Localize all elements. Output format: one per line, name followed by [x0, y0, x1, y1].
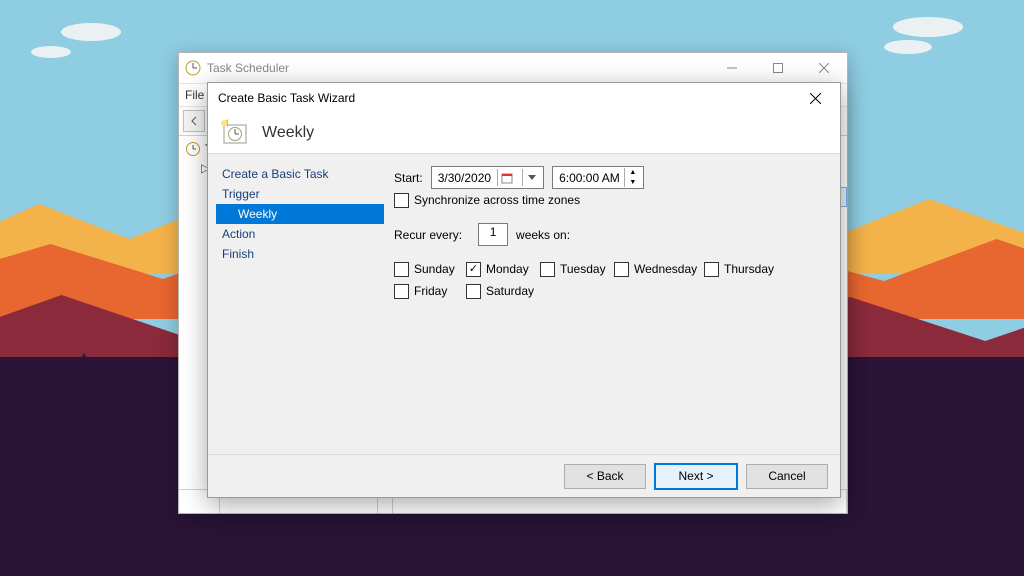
- start-label: Start:: [394, 171, 423, 185]
- titlebar[interactable]: Task Scheduler: [179, 53, 847, 84]
- wizard-content: Start: 3/30/2020 6:00:00 AM ▲ ▼ Synchron…: [384, 154, 840, 454]
- day-friday[interactable]: Friday: [394, 280, 466, 302]
- wizard-titlebar[interactable]: Create Basic Task Wizard: [208, 83, 840, 113]
- checkbox-icon: [394, 262, 409, 277]
- recur-label-1: Recur every:: [394, 228, 462, 242]
- recur-weeks-input[interactable]: 1: [478, 223, 508, 246]
- checkbox-icon: [466, 262, 481, 277]
- window-title: Task Scheduler: [207, 61, 289, 75]
- wizard-footer: < Back Next > Cancel: [208, 454, 840, 497]
- wizard-header-icon: [218, 117, 250, 149]
- checkbox-icon: [394, 193, 409, 208]
- step-weekly[interactable]: Weekly: [216, 204, 384, 224]
- close-button[interactable]: [801, 53, 847, 83]
- wizard-title: Create Basic Task Wizard: [218, 91, 355, 105]
- checkbox-icon: [614, 262, 629, 277]
- wizard-header-title: Weekly: [262, 124, 314, 142]
- start-time-value: 6:00:00 AM: [559, 171, 620, 185]
- step-trigger[interactable]: Trigger: [216, 184, 384, 204]
- day-thursday[interactable]: Thursday: [704, 258, 784, 280]
- step-finish[interactable]: Finish: [216, 244, 384, 264]
- date-dropdown-icon[interactable]: [522, 169, 541, 186]
- create-basic-task-wizard: Create Basic Task Wizard Weekly Create a…: [207, 82, 841, 498]
- wizard-close-button[interactable]: [794, 84, 836, 112]
- start-date-picker[interactable]: 3/30/2020: [431, 166, 544, 189]
- day-wednesday[interactable]: Wednesday: [614, 258, 704, 280]
- minimize-button[interactable]: [709, 53, 755, 83]
- wizard-steps: Create a Basic Task Trigger Weekly Actio…: [208, 154, 384, 454]
- next-button[interactable]: Next >: [654, 463, 738, 490]
- day-sunday[interactable]: Sunday: [394, 258, 466, 280]
- day-monday[interactable]: Monday: [466, 258, 540, 280]
- day-saturday[interactable]: Saturday: [466, 280, 546, 302]
- spin-up-icon[interactable]: ▲: [625, 168, 641, 178]
- clock-icon: [185, 141, 201, 157]
- weekday-checkboxes: Sunday Monday Tuesday Wednesday Thursday…: [394, 258, 826, 302]
- start-date-value: 3/30/2020: [438, 171, 491, 185]
- spin-down-icon[interactable]: ▼: [625, 178, 641, 188]
- nav-back-button[interactable]: [183, 110, 205, 132]
- menu-file[interactable]: File: [185, 88, 204, 102]
- step-create-basic-task[interactable]: Create a Basic Task: [216, 164, 384, 184]
- checkbox-icon: [394, 284, 409, 299]
- calendar-icon[interactable]: [497, 169, 516, 186]
- sync-timezones-label: Synchronize across time zones: [414, 193, 580, 207]
- checkbox-icon: [466, 284, 481, 299]
- checkbox-icon: [704, 262, 719, 277]
- step-action[interactable]: Action: [216, 224, 384, 244]
- start-time-picker[interactable]: 6:00:00 AM ▲ ▼: [552, 166, 644, 189]
- cancel-button[interactable]: Cancel: [746, 464, 828, 489]
- maximize-button[interactable]: [755, 53, 801, 83]
- checkbox-icon: [540, 262, 555, 277]
- app-icon: [185, 60, 201, 76]
- recur-label-2: weeks on:: [516, 228, 570, 242]
- back-button[interactable]: < Back: [564, 464, 646, 489]
- time-spinner[interactable]: ▲ ▼: [624, 168, 641, 187]
- day-tuesday[interactable]: Tuesday: [540, 258, 614, 280]
- sync-timezones-checkbox[interactable]: Synchronize across time zones: [394, 189, 580, 211]
